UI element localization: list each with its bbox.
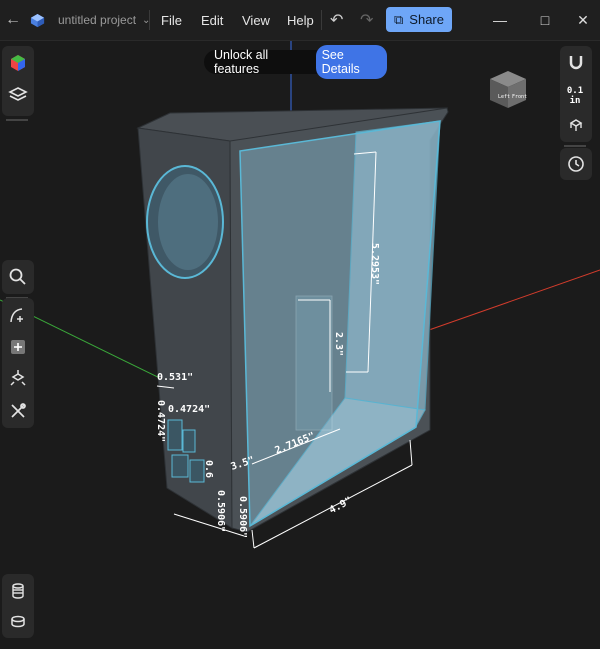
left-top-toolbar (2, 46, 34, 116)
upgrade-banner: Unlock all features See Details (204, 45, 387, 79)
menu-help[interactable]: Help (287, 0, 314, 40)
axis-gizmo-icon[interactable] (560, 110, 592, 140)
dim-label-d1: 0.4724" (155, 400, 166, 442)
view-cube-front-label: Front (512, 94, 527, 100)
tools-wrench-icon[interactable] (2, 396, 34, 426)
dim-label-bottom-width: 4.9" (328, 495, 354, 516)
snap-magnet-icon[interactable] (560, 48, 592, 78)
dim-label-depth-small: 0.531" (157, 372, 193, 383)
dim-label-inner-height: 2.3" (333, 332, 344, 356)
dim-label-d2: 0.4724" (168, 404, 210, 415)
divider (6, 119, 28, 121)
color-view-icon[interactable] (2, 48, 34, 78)
divider (321, 10, 322, 30)
share-label: Share (409, 12, 444, 27)
dim-label-height-main: 5.2953" (369, 243, 380, 285)
search-icon[interactable] (2, 262, 34, 292)
dim-label-d4: 0.5906" (215, 490, 226, 532)
3d-viewport[interactable]: 5.2953" 2.3" 2.7165" 4.9" 0.531" 0.4724"… (0, 41, 600, 649)
sketch-curve-icon[interactable] (2, 300, 34, 330)
menu-edit[interactable]: Edit (201, 0, 223, 40)
undo-icon[interactable]: ↶ (330, 0, 343, 40)
add-primitive-icon[interactable] (2, 332, 34, 362)
inner-panel (295, 295, 333, 431)
dim-label-d6: 0.6 (203, 460, 214, 478)
transform-icon[interactable] (2, 364, 34, 394)
banner-text: Unlock all features (214, 48, 269, 76)
close-icon[interactable]: ✕ (568, 0, 598, 40)
project-name: untitled project (58, 13, 137, 27)
cavity-right-wall (344, 120, 441, 411)
project-name-dropdown[interactable]: untitled project ⌄ (58, 0, 150, 40)
share-icon: ⧉ (394, 11, 404, 27)
history-panel (560, 148, 592, 180)
divider (564, 145, 586, 147)
view-cube[interactable]: Left Front (486, 68, 530, 112)
history-clock-icon[interactable] (560, 149, 592, 179)
menu-file[interactable]: File (161, 0, 182, 40)
menu-view[interactable]: View (242, 0, 270, 40)
redo-icon[interactable]: ↷ (360, 0, 373, 40)
grid-unit-value: 0.1 (566, 86, 584, 96)
view-cube-left-label: Left (498, 94, 510, 100)
grid-unit-readout[interactable]: 0.1 in (560, 86, 590, 106)
left-tools-toolbar (2, 298, 34, 428)
maximize-icon[interactable]: □ (530, 0, 560, 40)
layers-icon[interactable] (2, 80, 34, 110)
search-panel (2, 260, 34, 294)
back-arrow-icon[interactable]: ← (4, 0, 22, 40)
divider (149, 10, 150, 30)
left-bottom-toolbar (2, 574, 34, 638)
export-icon[interactable] (2, 606, 34, 636)
print-stack-icon[interactable] (2, 576, 34, 606)
grid-unit-label: in (569, 96, 581, 106)
app-logo-icon (30, 0, 46, 40)
share-button[interactable]: ⧉ Share (386, 7, 452, 32)
see-details-button[interactable]: See Details (315, 45, 387, 79)
minimize-icon[interactable]: — (485, 0, 515, 40)
dim-label-d5: 0.5906" (237, 496, 248, 538)
title-bar: ← untitled project ⌄ File Edit View Help… (0, 0, 600, 41)
